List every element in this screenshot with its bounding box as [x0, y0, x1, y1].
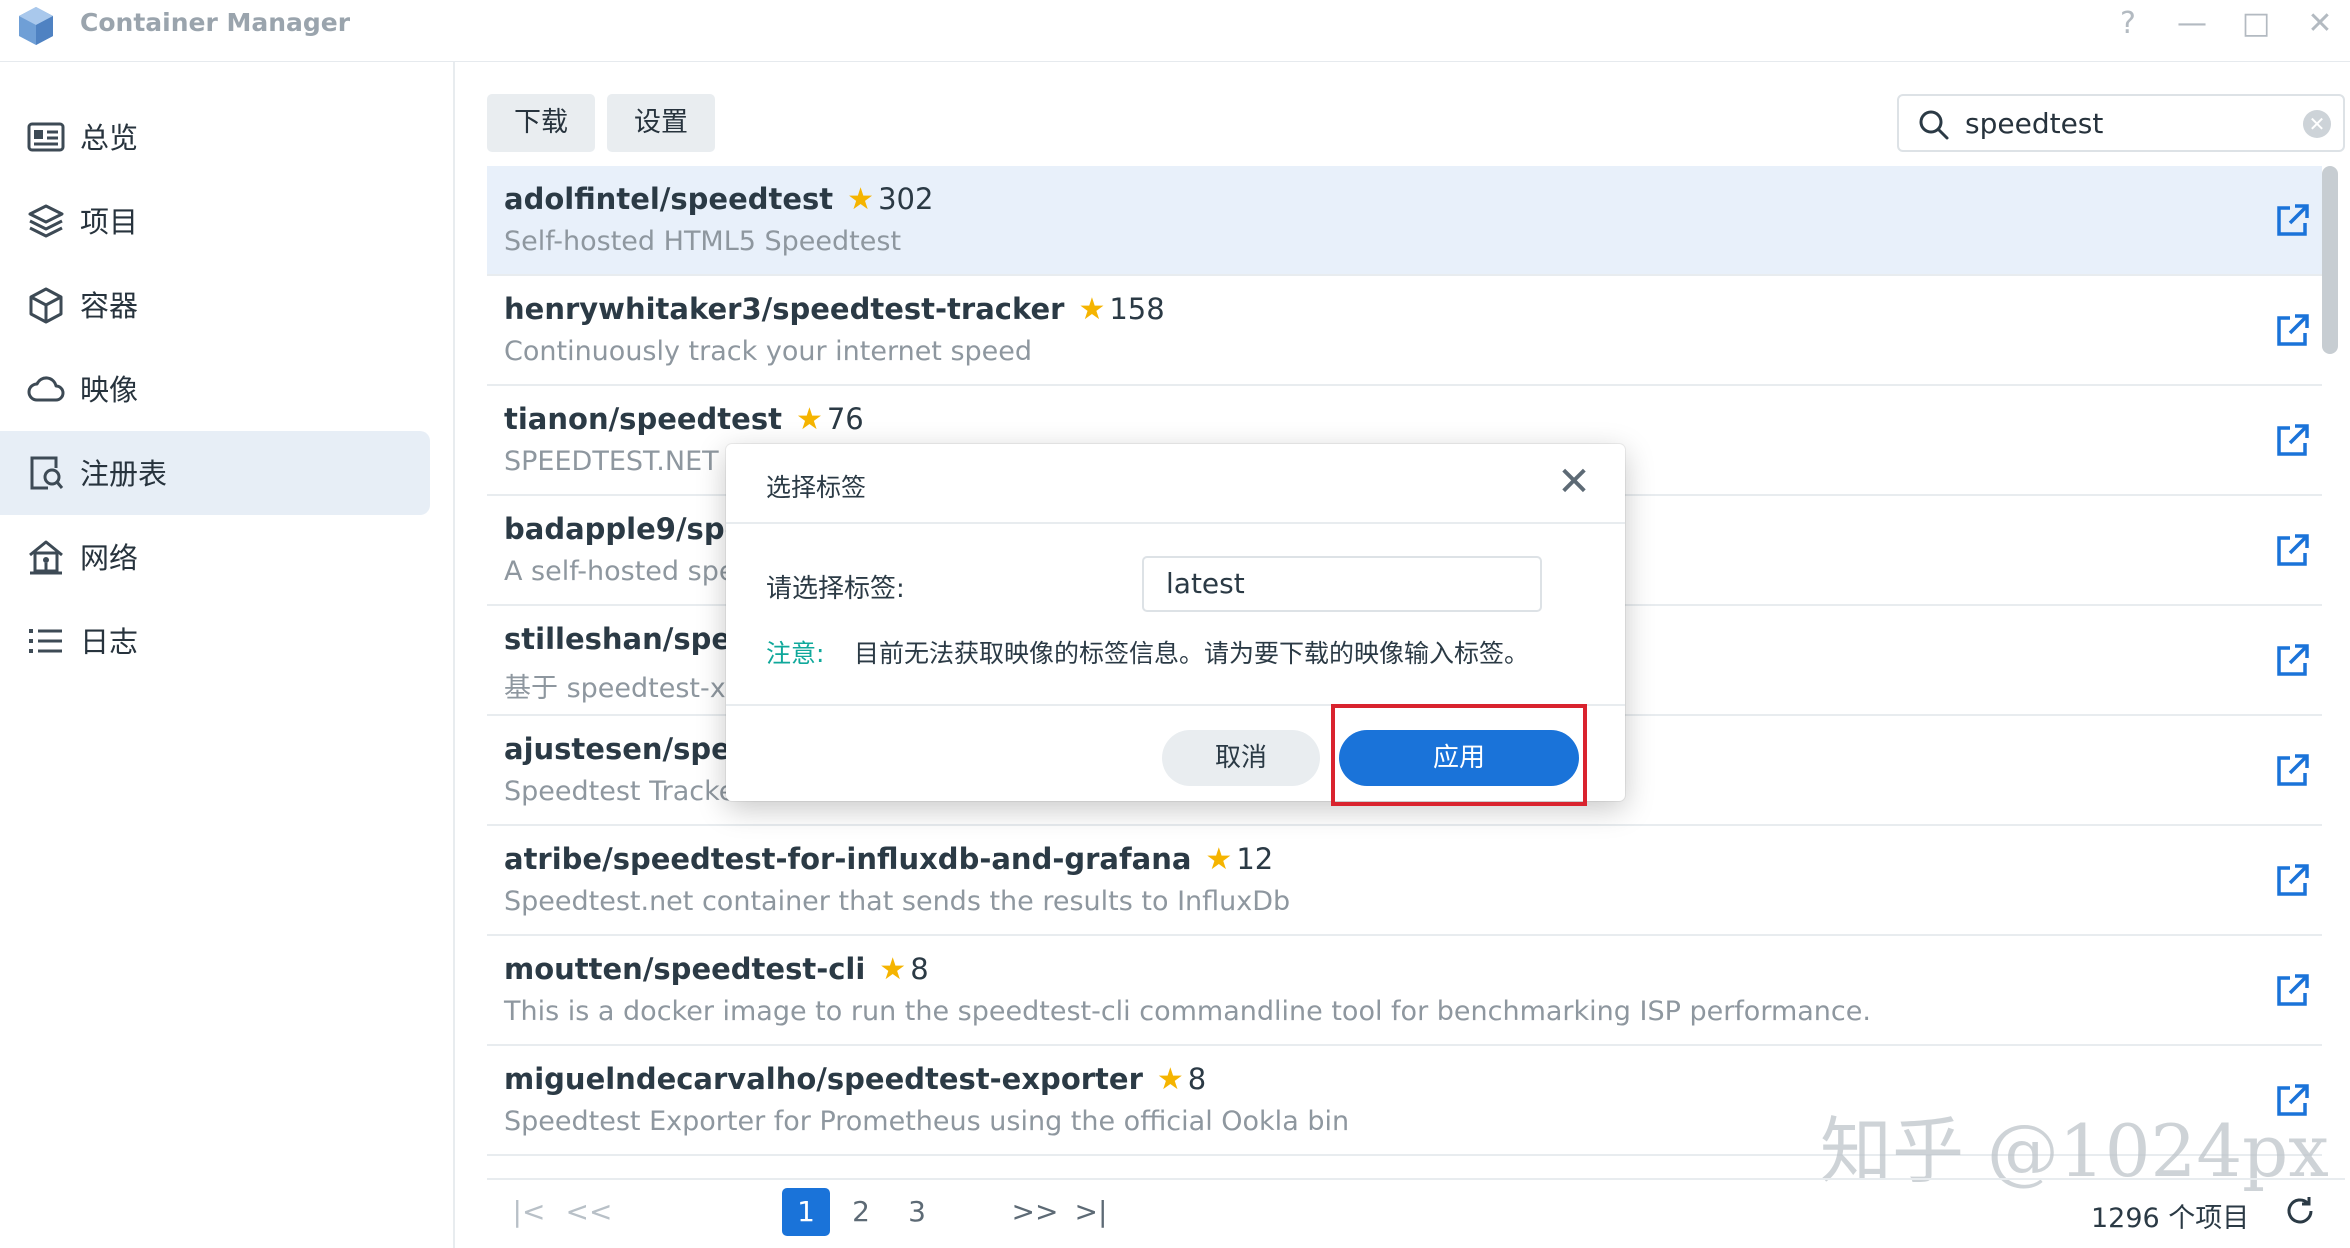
external-link-icon[interactable] — [2273, 530, 2313, 570]
list-item[interactable]: adolfintel/speedtest ★ 302 Self-hosted HTM… — [487, 166, 2322, 276]
external-link-icon[interactable] — [2273, 200, 2313, 240]
external-link-icon[interactable] — [2273, 750, 2313, 790]
star-icon: ★ — [847, 182, 875, 217]
dialog-title: 选择标签 — [766, 473, 867, 502]
title-bar: Container Manager ? — □ ✕ — [0, 0, 2350, 62]
container-manager-logo-icon — [19, 7, 53, 45]
sidebar-item-label: 日志 — [80, 625, 139, 659]
sidebar-item-registry[interactable]: 注册表 — [0, 431, 430, 515]
image-description: 基于 speedtest-x — [504, 673, 726, 704]
list-scrollbar[interactable] — [2322, 166, 2338, 354]
image-description: A self-hosted spe — [504, 556, 736, 587]
dialog-header: 选择标签 ✕ — [726, 444, 1625, 524]
page-1-button[interactable]: 1 — [782, 1188, 830, 1236]
image-name: ajustesen/spee — [504, 732, 751, 766]
network-home-icon — [29, 540, 63, 575]
star-icon: ★ — [879, 952, 907, 987]
search-icon — [1919, 110, 1949, 140]
search-value: speedtest — [1965, 107, 2104, 140]
sidebar-item-label: 映像 — [80, 373, 139, 407]
minimize-icon[interactable]: — — [2172, 4, 2212, 44]
search-input[interactable]: speedtest ✕ — [1897, 94, 2345, 152]
star-icon: ★ — [1205, 842, 1233, 877]
sidebar-item-projects[interactable]: 项目 — [0, 179, 430, 263]
prev-page-button[interactable]: << — [563, 1188, 615, 1236]
sidebar: 总览 项目 容器 映像 注册表 网络 日志 — [0, 62, 455, 1248]
clear-search-icon[interactable]: ✕ — [2303, 110, 2331, 138]
image-name: miguelndecarvalho/speedtest-exporter — [504, 1062, 1143, 1096]
star-count: 8 — [910, 952, 929, 986]
pagination: |< << 1 2 3 >> >| 1296 个项目 — [487, 1178, 2345, 1238]
star-icon: ★ — [1078, 292, 1106, 327]
last-page-button[interactable]: >| — [1069, 1188, 1113, 1236]
registry-search-icon — [30, 456, 64, 490]
star-icon: ★ — [1156, 1062, 1184, 1097]
star-count: 12 — [1236, 842, 1274, 876]
cube-icon — [29, 287, 63, 324]
image-name: atribe/speedtest-for-influxdb-and-grafan… — [504, 842, 1192, 876]
maximize-icon[interactable]: □ — [2236, 4, 2276, 44]
page-2-button[interactable]: 2 — [841, 1188, 881, 1236]
app-title: Container Manager — [80, 8, 351, 37]
settings-button[interactable]: 设置 — [607, 94, 715, 152]
image-name: adolfintel/speedtest — [504, 182, 834, 216]
note-text: 目前无法获取映像的标签信息。请为要下载的映像输入标签。 — [854, 639, 1530, 668]
star-icon: ★ — [795, 402, 823, 437]
external-link-icon[interactable] — [2273, 640, 2313, 680]
star-count: 8 — [1187, 1062, 1207, 1096]
download-button[interactable]: 下载 — [487, 94, 595, 152]
image-description: SPEEDTEST.NET — [504, 446, 719, 477]
star-count: 302 — [878, 182, 934, 216]
cloud-icon — [27, 376, 65, 402]
image-description: Continuously track your internet speed — [504, 336, 1033, 367]
sidebar-item-label: 网络 — [80, 541, 139, 575]
sidebar-item-logs[interactable]: 日志 — [0, 599, 430, 683]
first-page-button[interactable]: |< — [507, 1188, 551, 1236]
image-description: Speedtest.net container that sends the r… — [504, 886, 1291, 917]
external-link-icon[interactable] — [2273, 310, 2313, 350]
image-name: henrywhitaker3/speedtest-tracker — [504, 292, 1065, 326]
list-item[interactable]: henrywhitaker3/speedtest-tracker ★ 158 Con… — [487, 276, 2322, 386]
refresh-icon[interactable] — [2283, 1194, 2317, 1228]
sidebar-item-overview[interactable]: 总览 — [0, 95, 430, 179]
list-item[interactable]: moutten/speedtest-cli ★ 8 This is a docker… — [487, 936, 2322, 1046]
external-link-icon[interactable] — [2273, 860, 2313, 900]
image-name: moutten/speedtest-cli — [504, 952, 866, 986]
image-name: stilleshan/spee — [504, 622, 751, 656]
close-icon[interactable]: ✕ — [1552, 460, 1596, 504]
page-3-button[interactable]: 3 — [897, 1188, 937, 1236]
sidebar-item-label: 总览 — [80, 121, 139, 155]
image-name: tianon/speedtest — [504, 402, 782, 436]
sidebar-item-images[interactable]: 映像 — [0, 347, 430, 431]
sidebar-item-label: 注册表 — [80, 457, 168, 491]
external-link-icon[interactable] — [2273, 970, 2313, 1010]
overview-icon — [27, 122, 65, 152]
total-items: 1296 个项目 — [2091, 1203, 2250, 1234]
image-description: Speedtest Tracke — [504, 776, 736, 807]
tag-field-label: 请选择标签: — [766, 574, 905, 604]
star-count: 158 — [1109, 292, 1165, 326]
list-item[interactable]: atribe/speedtest-for-influxdb-and-grafan… — [487, 826, 2322, 936]
tag-input[interactable]: latest — [1142, 556, 1542, 612]
image-description: Speedtest Exporter for Prometheus using … — [504, 1106, 1350, 1137]
cancel-button[interactable]: 取消 — [1162, 730, 1320, 786]
image-name: badapple9/spe — [504, 512, 745, 546]
image-description: This is a docker image to run the speedt… — [504, 996, 1871, 1027]
layers-icon — [28, 204, 64, 238]
list-icon — [29, 629, 62, 653]
apply-button-highlight — [1331, 704, 1587, 806]
help-icon[interactable]: ? — [2108, 4, 2148, 44]
star-count: 76 — [826, 402, 864, 436]
close-window-icon[interactable]: ✕ — [2300, 4, 2340, 44]
external-link-icon[interactable] — [2273, 420, 2313, 460]
sidebar-item-containers[interactable]: 容器 — [0, 263, 430, 347]
sidebar-item-network[interactable]: 网络 — [0, 515, 430, 599]
sidebar-item-label: 项目 — [80, 205, 139, 239]
image-description: Self-hosted HTML5 Speedtest — [504, 226, 902, 257]
sidebar-item-label: 容器 — [80, 289, 139, 323]
note-label: 注意: — [766, 639, 825, 668]
next-page-button[interactable]: >> — [1009, 1188, 1061, 1236]
